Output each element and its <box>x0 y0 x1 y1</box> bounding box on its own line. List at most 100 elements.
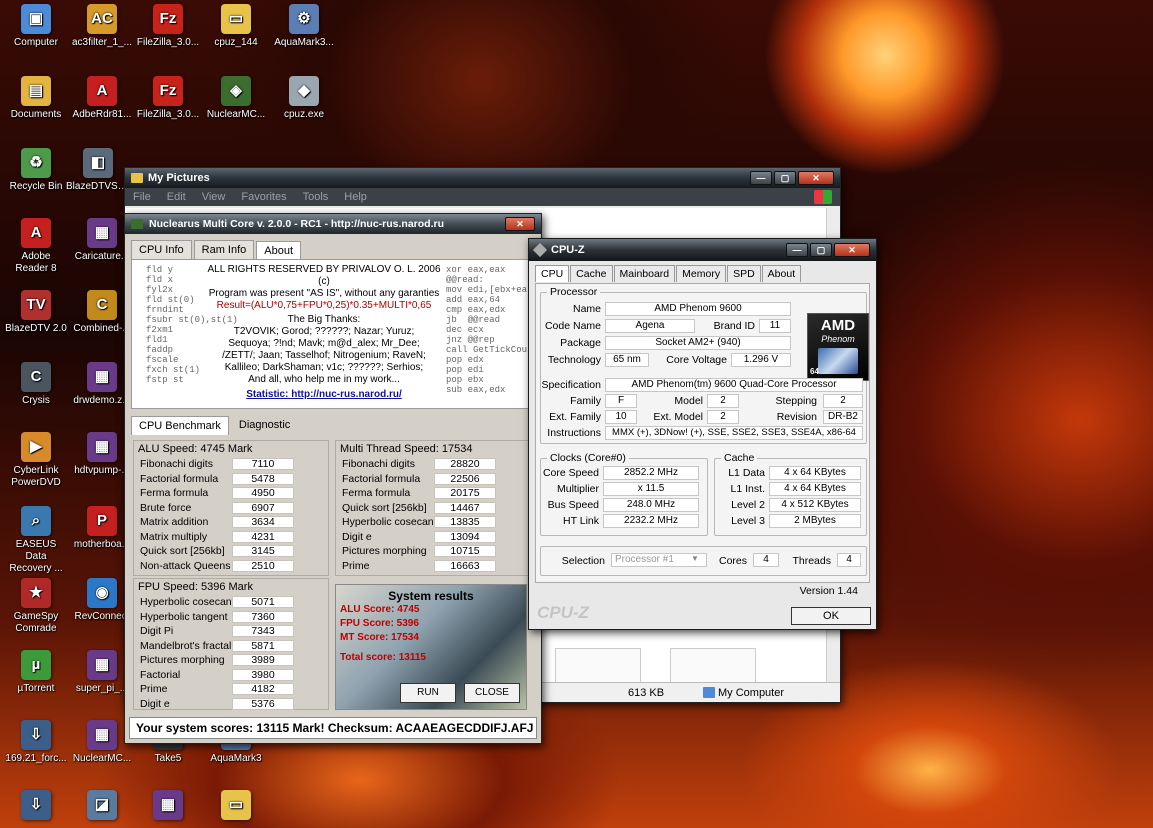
desktop-shortcut[interactable]: ◈ NuclearMC... <box>204 76 268 121</box>
benchmark-row: Brute force 6907 <box>134 501 328 516</box>
nuclearus-titlebar[interactable]: Nuclearus Multi Core v. 2.0.0 - RC1 - ht… <box>125 214 541 234</box>
benchmark-value: 28820 <box>434 458 496 471</box>
close-button[interactable]: CLOSE <box>464 683 520 703</box>
benchmark-value: 13094 <box>434 530 496 543</box>
menu-tools[interactable]: Tools <box>303 191 329 203</box>
tab-about[interactable]: About <box>761 265 802 282</box>
logo-64-text: 64 <box>810 367 819 376</box>
fpu-score: FPU Score: 5396 <box>340 618 419 629</box>
amd-phenom-logo: AMD Phenom 64 <box>807 313 869 381</box>
name-label: Name <box>572 303 601 315</box>
app-icon <box>131 219 143 229</box>
tab-cpu-info[interactable]: CPU Info <box>131 240 192 259</box>
my-pictures-titlebar[interactable]: My Pictures — ▢ ✕ <box>125 168 840 188</box>
easeus-icon: ⌕ <box>21 506 51 536</box>
filezilla-icon: Fz <box>153 76 183 106</box>
benchmark-tabs: CPU Benchmark Diagnostic <box>125 409 541 435</box>
benchmark-name: Factorial <box>140 668 181 681</box>
desktop-shortcut[interactable]: ★ GameSpy Comrade <box>4 578 68 635</box>
voltage-label: Core Voltage <box>666 354 727 366</box>
tab-mainboard[interactable]: Mainboard <box>613 265 676 282</box>
family-label: Family <box>570 395 601 407</box>
benchmark-name: Quick sort [256kb] <box>140 545 225 558</box>
tab-ram-info[interactable]: Ram Info <box>193 240 255 259</box>
ok-button[interactable]: OK <box>791 607 871 625</box>
tab-cache[interactable]: Cache <box>570 265 613 282</box>
tab-spd[interactable]: SPD <box>727 265 761 282</box>
desktop-shortcut[interactable]: ▭ <box>204 790 268 823</box>
tab-cpu-benchmark[interactable]: CPU Benchmark <box>131 416 229 435</box>
desktop-shortcut[interactable]: ◆ cpuz.exe <box>272 76 336 121</box>
desktop-shortcut[interactable]: AC ac3filter_1_... <box>70 4 134 49</box>
minimize-button[interactable]: — <box>786 243 808 257</box>
nuclearus-window: Nuclearus Multi Core v. 2.0.0 - RC1 - ht… <box>124 213 542 744</box>
benchmark-name: Prime <box>342 559 370 572</box>
tab-cpu[interactable]: CPU <box>535 265 570 282</box>
desktop-shortcut[interactable]: ⇩ 169.21_forc... <box>4 720 68 765</box>
menu-help[interactable]: Help <box>344 191 367 203</box>
desktop-shortcut[interactable]: ▭ cpuz_144 <box>204 4 268 49</box>
stepping-value: 2 <box>823 394 863 408</box>
menu-favorites[interactable]: Favorites <box>241 191 286 203</box>
benchmark-row: Hyperbolic cosecant 5071 <box>134 595 328 610</box>
benchmark-value: 7110 <box>232 458 294 471</box>
desktop-shortcut[interactable]: Fz FileZilla_3.0... <box>136 76 200 121</box>
extfamily-label: Ext. Family <box>549 411 601 423</box>
desktop-shortcut[interactable]: ♻ Recycle Bin <box>4 148 68 193</box>
desktop-shortcut[interactable]: ◧ BlazeDTVSe... <box>66 148 130 193</box>
desktop-shortcut[interactable]: ⇩ <box>4 790 68 823</box>
family-value: F <box>605 394 637 408</box>
instructions-value: MMX (+), 3DNow! (+), SSE, SSE2, SSE3, SS… <box>605 426 863 440</box>
desktop-shortcut[interactable]: ◪ <box>70 790 134 823</box>
desktop-shortcut[interactable]: TV BlazeDTV 2.0 <box>4 290 68 335</box>
menu-edit[interactable]: Edit <box>167 191 186 203</box>
minimize-button[interactable]: — <box>750 171 772 185</box>
close-button[interactable]: ✕ <box>798 171 834 185</box>
benchmark-name: Pictures morphing <box>342 545 427 558</box>
benchmark-row: Prime 4182 <box>134 682 328 697</box>
benchmark-row: Pictures morphing 10715 <box>336 544 532 559</box>
chevron-down-icon[interactable]: ▼ <box>691 554 699 563</box>
aquamark-icon: ⚙ <box>289 4 319 34</box>
clocks-group: Clocks (Core#0) Core Speed 2852.2 MHz Mu… <box>540 452 708 536</box>
codename-value: Agena <box>605 319 695 333</box>
windows-logo-icon <box>814 190 832 204</box>
benchmark-name: Digit e <box>140 697 170 710</box>
run-button[interactable]: RUN <box>400 683 456 703</box>
close-button[interactable]: ✕ <box>834 243 870 257</box>
statistic-link[interactable]: Statistic: http://nuc-rus.narod.ru/ <box>204 389 444 401</box>
desktop-shortcut[interactable]: µ µTorrent <box>4 650 68 695</box>
benchmark-value: 3980 <box>232 668 294 681</box>
multithread-results: Fibonachi digits 28820 Factorial formula 22… <box>336 457 532 573</box>
maximize-button[interactable]: ▢ <box>810 243 832 257</box>
htlink-value: 2232.2 MHz <box>603 514 699 528</box>
tab-about[interactable]: About <box>256 241 302 260</box>
desktop-shortcut[interactable]: ⚙ AquaMark3... <box>272 4 336 49</box>
asm-code-right: xor eax,eax @@read: mov edi,[ebx+ea add … <box>446 265 528 395</box>
winrar-icon: ▦ <box>153 790 183 820</box>
powerdvd-icon: ▶ <box>21 432 51 462</box>
tab-diagnostic[interactable]: Diagnostic <box>231 415 298 434</box>
desktop-shortcut[interactable]: ▣ Computer <box>4 4 68 49</box>
tab-memory[interactable]: Memory <box>676 265 727 282</box>
desktop-shortcut[interactable]: ▶ CyberLink PowerDVD <box>4 432 68 489</box>
recycle-bin-icon: ♻ <box>21 148 51 178</box>
cpuz-titlebar[interactable]: CPU-Z — ▢ ✕ <box>529 239 876 261</box>
close-button[interactable]: ✕ <box>505 217 535 231</box>
desktop-shortcut[interactable]: Fz FileZilla_3.0... <box>136 4 200 49</box>
desktop-shortcut[interactable]: ▤ Documents <box>4 76 68 121</box>
desktop-shortcut-label: AdbeRdr81... <box>72 109 132 120</box>
menu-file[interactable]: File <box>133 191 151 203</box>
maximize-button[interactable]: ▢ <box>774 171 796 185</box>
desktop-shortcut[interactable]: ⌕ EASEUS Data Recovery ... <box>4 506 68 575</box>
benchmark-row: Hyperbolic tangent 7360 <box>134 610 328 625</box>
desktop-shortcut[interactable]: C Crysis <box>4 362 68 407</box>
benchmark-name: Factorial formula <box>140 472 219 485</box>
desktop-shortcut[interactable]: A Adobe Reader 8 <box>4 218 68 275</box>
cpuz-tabs: CPU Cache Mainboard Memory SPD About <box>529 261 876 282</box>
fpu-panel: FPU Speed: 5396 Mark Hyperbolic cosecant… <box>133 578 329 710</box>
desktop-shortcut[interactable]: A AdbeRdr81... <box>70 76 134 121</box>
desktop-shortcut[interactable]: ▦ <box>136 790 200 823</box>
folder-icon: ▭ <box>221 4 251 34</box>
menu-view[interactable]: View <box>202 191 226 203</box>
